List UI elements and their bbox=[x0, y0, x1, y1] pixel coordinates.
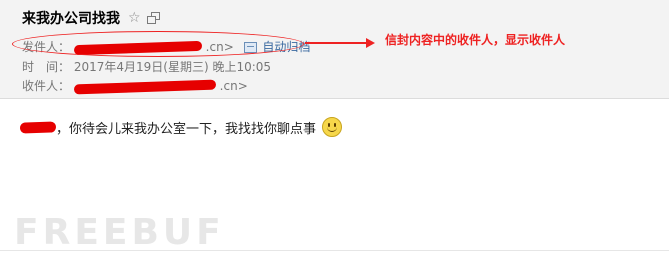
star-icon[interactable]: ☆ bbox=[128, 11, 141, 25]
annotation-text: 信封内容中的收件人，显示收件人 bbox=[385, 33, 566, 47]
popout-icon[interactable] bbox=[146, 12, 160, 24]
watermark: FREEBUF bbox=[14, 212, 225, 253]
divider bbox=[0, 250, 669, 251]
time-value: 2017年4月19日(星期三) 晚上10:05 bbox=[73, 60, 272, 74]
annotation-arrow bbox=[305, 42, 367, 44]
recipient-label: 收件人： bbox=[22, 79, 71, 93]
time-row: 时 间： 2017年4月19日(星期三) 晚上10:05 bbox=[22, 58, 271, 75]
smiley-icon bbox=[322, 117, 343, 137]
email-body: ，你待会儿来我办公室一下，我找找你聊点事 bbox=[19, 117, 343, 137]
name-redaction bbox=[19, 120, 57, 134]
recipient-row: 收件人： .cn> bbox=[22, 77, 248, 94]
body-text: ，你待会儿来我办公室一下，我找找你聊点事 bbox=[56, 121, 317, 137]
annotation-arrow-head bbox=[366, 38, 375, 48]
recipient-redaction bbox=[73, 79, 216, 94]
time-label: 时 间： bbox=[22, 60, 71, 74]
email-subject: 来我办公司找我 bbox=[22, 11, 120, 27]
subject-row: 来我办公司找我 ☆ bbox=[22, 8, 160, 28]
highlight-ellipse bbox=[12, 31, 304, 57]
recipient-suffix: .cn> bbox=[219, 79, 248, 93]
